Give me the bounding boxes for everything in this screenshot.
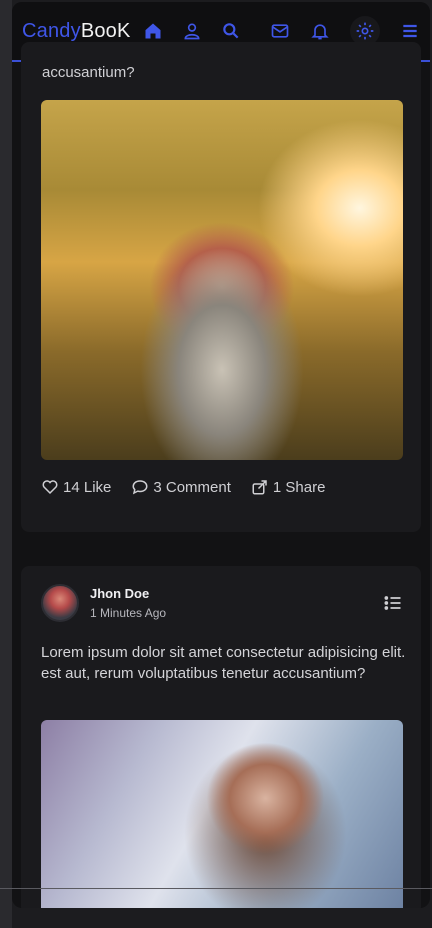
post-options-icon[interactable]	[383, 593, 403, 613]
post-photo[interactable]	[41, 100, 403, 460]
post-text-tail: accusantium?	[42, 64, 135, 81]
post-actions: 14 Like 3 Comment 1 Share	[41, 478, 325, 496]
mail-icon[interactable]	[270, 21, 290, 41]
app-frame: CandyBooK accusantium? 14 Like 3 Comment…	[12, 2, 430, 908]
nav-primary-icons	[143, 21, 241, 41]
avatar[interactable]	[41, 584, 79, 622]
user-icon[interactable]	[182, 21, 202, 41]
comment-icon	[132, 480, 148, 495]
bell-icon[interactable]	[310, 21, 330, 41]
author-name[interactable]: Jhon Doe	[90, 586, 166, 601]
like-label: 14 Like	[63, 478, 112, 496]
home-icon[interactable]	[143, 21, 163, 41]
search-icon[interactable]	[221, 21, 241, 41]
post-meta: Jhon Doe 1 Minutes Ago	[90, 586, 166, 620]
post-card: Jhon Doe 1 Minutes Ago Lorem ipsum dolor…	[21, 566, 421, 908]
post-card: accusantium? 14 Like 3 Comment 1 Share	[21, 42, 421, 532]
gear-icon	[355, 21, 375, 41]
divider	[0, 888, 432, 889]
share-button[interactable]: 1 Share	[251, 478, 326, 496]
share-label: 1 Share	[272, 478, 326, 496]
brand-second: BooK	[80, 19, 131, 42]
comment-button[interactable]: 3 Comment	[131, 478, 231, 496]
left-edge	[0, 0, 12, 928]
share-icon	[252, 480, 267, 495]
post-header: Jhon Doe 1 Minutes Ago	[41, 584, 403, 622]
heart-icon	[42, 480, 58, 495]
post-time: 1 Minutes Ago	[90, 606, 167, 620]
hamburger-menu-icon[interactable]	[400, 21, 420, 41]
like-button[interactable]: 14 Like	[41, 478, 111, 496]
comment-label: 3 Comment	[153, 478, 231, 496]
post-text: Lorem ipsum dolor sit amet consectetur a…	[41, 644, 406, 682]
brand-first: Candy	[22, 19, 81, 42]
post-photo[interactable]	[41, 720, 403, 908]
brand-logo[interactable]: CandyBooK	[22, 20, 131, 43]
